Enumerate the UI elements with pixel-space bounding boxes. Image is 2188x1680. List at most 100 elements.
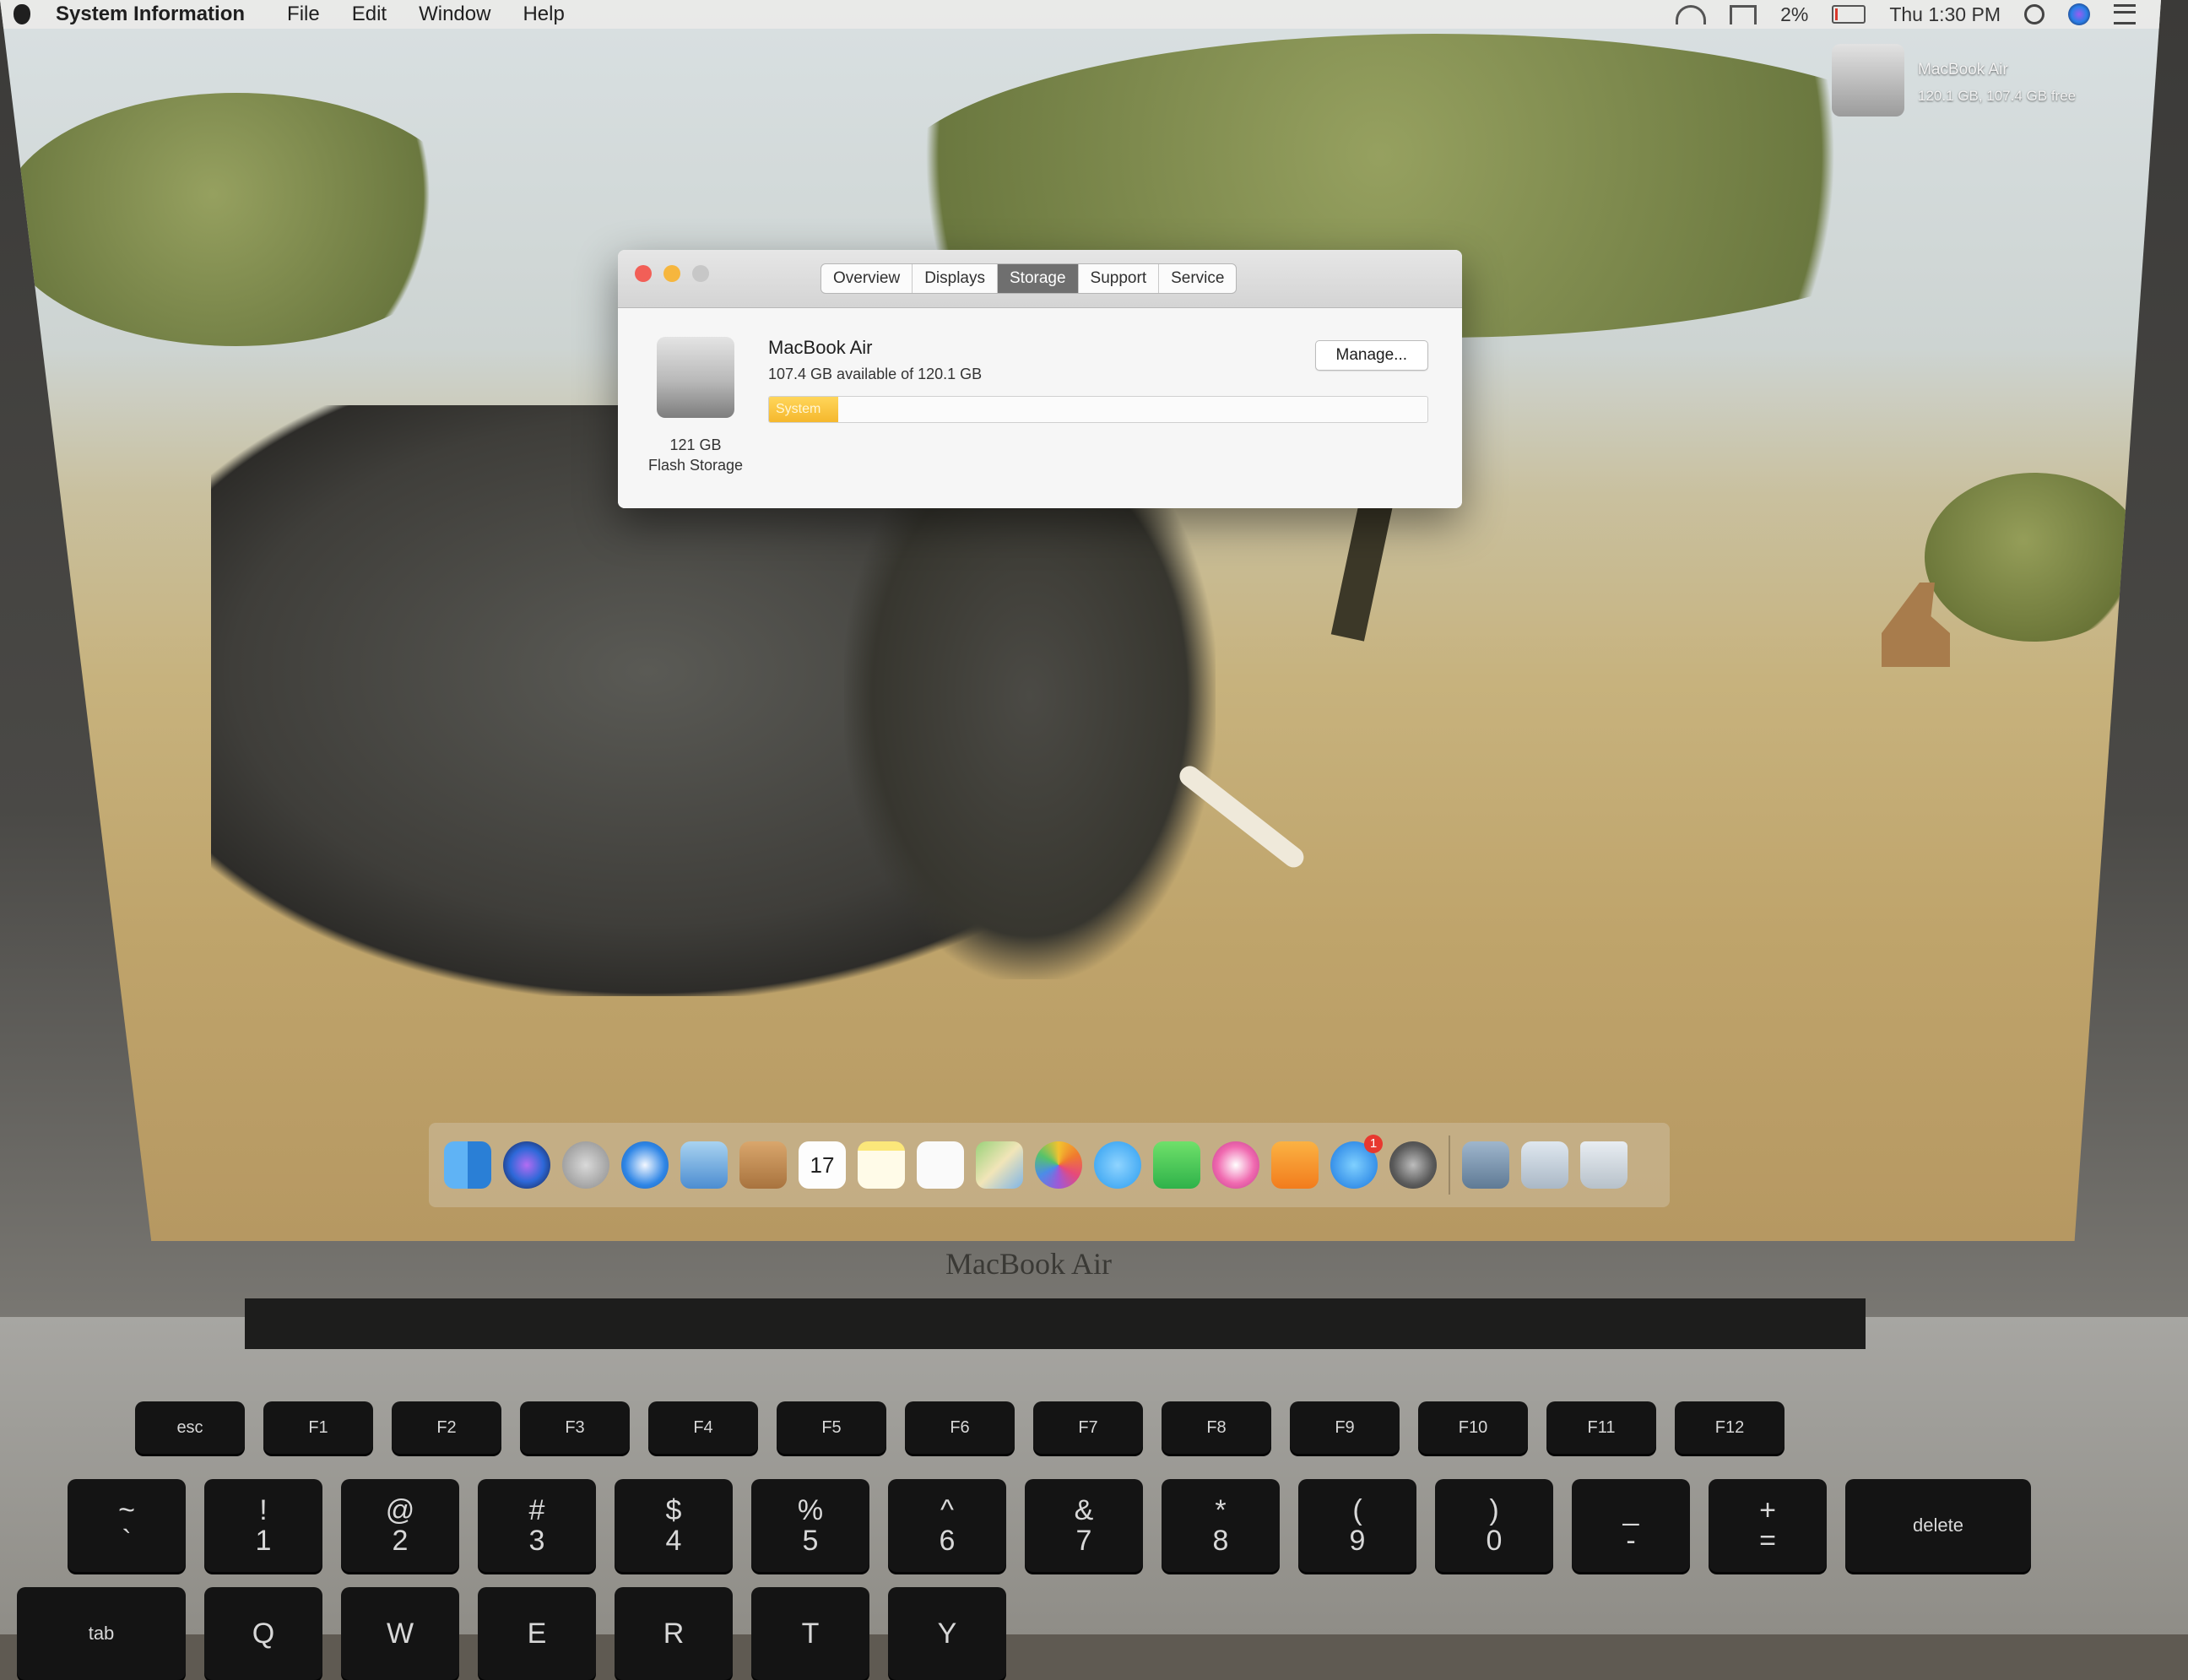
- finder-icon[interactable]: [444, 1141, 491, 1189]
- menu-help[interactable]: Help: [523, 3, 564, 26]
- contacts-icon[interactable]: [739, 1141, 787, 1189]
- background-tree: [1925, 473, 2144, 642]
- key-e[interactable]: E: [478, 1587, 596, 1680]
- desktop-drive-info: 120.1 GB, 107.4 GB free: [1918, 88, 2077, 104]
- manage-button[interactable]: Manage...: [1314, 340, 1428, 371]
- key-backtick[interactable]: ~ `: [68, 1479, 186, 1572]
- key-2[interactable]: @2: [341, 1479, 459, 1572]
- key-6[interactable]: ^ 6: [888, 1479, 1006, 1572]
- key-f6[interactable]: F6: [905, 1401, 1015, 1454]
- maps-icon[interactable]: [976, 1141, 1023, 1189]
- dock: 17 1: [429, 1123, 1670, 1207]
- key-f10[interactable]: F10: [1418, 1401, 1528, 1454]
- tab-support[interactable]: Support: [1079, 264, 1160, 293]
- zoom-button[interactable]: [692, 265, 709, 282]
- system-information-window: Overview Displays Storage Support Servic…: [618, 250, 1462, 508]
- downloads-icon[interactable]: [1462, 1141, 1509, 1189]
- siri-icon[interactable]: [503, 1141, 550, 1189]
- elephant-head: [844, 507, 1216, 979]
- airplay-icon[interactable]: [1730, 4, 1757, 24]
- key-f11[interactable]: F11: [1546, 1401, 1656, 1454]
- app-store-badge: 1: [1364, 1135, 1383, 1153]
- key-delete[interactable]: delete: [1845, 1479, 2031, 1572]
- key-f3[interactable]: F3: [520, 1401, 630, 1454]
- menu-app-name[interactable]: System Information: [56, 3, 245, 26]
- window-titlebar[interactable]: Overview Displays Storage Support Servic…: [618, 250, 1462, 308]
- documents-icon[interactable]: [1521, 1141, 1568, 1189]
- tab-bar: Overview Displays Storage Support Servic…: [820, 263, 1238, 294]
- key-f2[interactable]: F2: [392, 1401, 501, 1454]
- hinge: [245, 1298, 1866, 1349]
- tab-storage[interactable]: Storage: [998, 264, 1079, 293]
- battery-percent[interactable]: 2%: [1780, 3, 1808, 26]
- key-q[interactable]: Q: [204, 1587, 322, 1680]
- key-tab[interactable]: tab: [17, 1587, 186, 1680]
- system-preferences-icon[interactable]: [1389, 1141, 1437, 1189]
- minimize-button[interactable]: [663, 265, 680, 282]
- storage-segment-system[interactable]: System: [769, 397, 838, 422]
- key-4[interactable]: $4: [615, 1479, 733, 1572]
- background-tree: [0, 93, 473, 346]
- drive-capacity: 121 GB: [669, 436, 722, 453]
- key-y[interactable]: Y: [888, 1587, 1006, 1680]
- ibooks-icon[interactable]: [1271, 1141, 1319, 1189]
- itunes-icon[interactable]: [1212, 1141, 1259, 1189]
- dock-separator: [1449, 1135, 1450, 1195]
- messages-icon[interactable]: [1094, 1141, 1141, 1189]
- tab-displays[interactable]: Displays: [913, 264, 998, 293]
- key-t[interactable]: T: [751, 1587, 869, 1680]
- desktop: System Information File Edit Window Help…: [0, 0, 2161, 1241]
- key-3[interactable]: #3: [478, 1479, 596, 1572]
- desktop-drive-name[interactable]: MacBook Air: [1918, 61, 2008, 79]
- menu-file[interactable]: File: [287, 3, 320, 26]
- reminders-icon[interactable]: [917, 1141, 964, 1189]
- number-row: ~ ` ! 1 @2 #3 $4 % 5 ^ 6 & 7 * 8 (9 ) 0 _ - + = d…: [68, 1479, 2031, 1572]
- key-equals[interactable]: + =: [1709, 1479, 1827, 1572]
- close-button[interactable]: [635, 265, 652, 282]
- tab-service[interactable]: Service: [1159, 264, 1236, 293]
- key-f12[interactable]: F12: [1675, 1401, 1785, 1454]
- trash-icon[interactable]: [1580, 1141, 1627, 1189]
- key-f9[interactable]: F9: [1290, 1401, 1400, 1454]
- apple-icon[interactable]: [14, 4, 30, 24]
- key-r[interactable]: R: [615, 1587, 733, 1680]
- key-f8[interactable]: F8: [1162, 1401, 1271, 1454]
- key-f7[interactable]: F7: [1033, 1401, 1143, 1454]
- notes-icon[interactable]: [858, 1141, 905, 1189]
- letter-row: tab Q W E R T Y: [17, 1587, 1006, 1680]
- menu-edit[interactable]: Edit: [352, 3, 387, 26]
- key-w[interactable]: W: [341, 1587, 459, 1680]
- key-7[interactable]: & 7: [1025, 1479, 1143, 1572]
- app-store-icon[interactable]: 1: [1330, 1135, 1383, 1189]
- drive-available: 107.4 GB available of 120.1 GB: [768, 366, 983, 382]
- menu-window[interactable]: Window: [419, 3, 490, 26]
- drive-type: Flash Storage: [647, 457, 744, 474]
- key-esc[interactable]: esc: [135, 1401, 245, 1454]
- key-f5[interactable]: F5: [777, 1401, 886, 1454]
- drive-capacity-caption: 121 GB Flash Storage: [636, 435, 755, 475]
- mail-icon[interactable]: [680, 1141, 728, 1189]
- key-0[interactable]: ) 0: [1435, 1479, 1553, 1572]
- key-f1[interactable]: F1: [263, 1401, 373, 1454]
- key-f4[interactable]: F4: [648, 1401, 758, 1454]
- menu-clock[interactable]: Thu 1:30 PM: [1889, 3, 2001, 26]
- key-5[interactable]: % 5: [751, 1479, 869, 1572]
- key-1[interactable]: ! 1: [204, 1479, 322, 1572]
- calendar-icon[interactable]: 17: [799, 1141, 846, 1189]
- facetime-icon[interactable]: [1153, 1141, 1200, 1189]
- spotlight-icon[interactable]: [2024, 4, 2044, 24]
- notification-center-icon[interactable]: [2114, 4, 2136, 24]
- siri-icon[interactable]: [2068, 3, 2090, 25]
- key-minus[interactable]: _ -: [1572, 1479, 1690, 1572]
- safari-icon[interactable]: [621, 1141, 669, 1189]
- wifi-icon[interactable]: [1676, 4, 1707, 24]
- battery-icon[interactable]: [1832, 5, 1866, 24]
- desktop-drive-icon[interactable]: [1832, 44, 1904, 117]
- tab-overview[interactable]: Overview: [821, 264, 913, 293]
- storage-pane: 121 GB Flash Storage MacBook Air 107.4 G…: [618, 308, 1462, 508]
- key-8[interactable]: * 8: [1162, 1479, 1280, 1572]
- key-9[interactable]: (9: [1298, 1479, 1416, 1572]
- launchpad-icon[interactable]: [562, 1141, 609, 1189]
- hard-drive-icon: [657, 337, 734, 418]
- photos-icon[interactable]: [1035, 1141, 1082, 1189]
